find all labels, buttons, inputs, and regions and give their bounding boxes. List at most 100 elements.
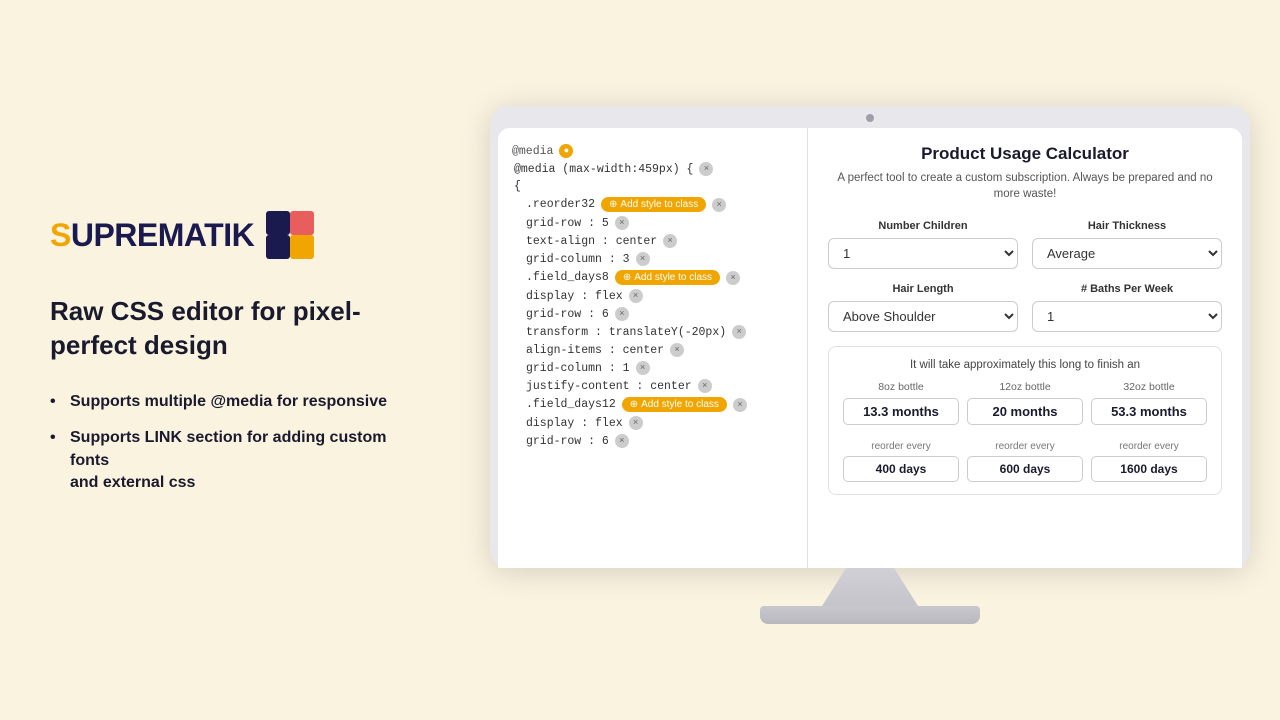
close-icon-media[interactable]: × bbox=[699, 162, 713, 176]
display-flex-2-text: display : flex bbox=[526, 417, 623, 430]
code-line-media-query: @media (max-width:459px) { × bbox=[498, 160, 807, 178]
close-icon-reorder32[interactable]: × bbox=[712, 198, 726, 212]
code-line-justify-content: justify-content : center × bbox=[498, 377, 807, 395]
hair-thickness-field: Hair Thickness Average Thin Thick bbox=[1032, 220, 1222, 269]
text-align-text: text-align : center bbox=[526, 235, 657, 248]
reorder-days-32oz: 1600 days bbox=[1091, 456, 1207, 482]
plus-icon-2: ⊕ bbox=[623, 272, 631, 283]
calc-result-intro: It will take approximately this long to … bbox=[839, 359, 1211, 371]
code-line-reorder32: .reorder32 ⊕ Add style to class × bbox=[498, 195, 807, 214]
brand: SUPREMATIK bbox=[50, 211, 410, 259]
hair-length-field: Hair Length Above Shoulder Shoulder Belo… bbox=[828, 283, 1018, 332]
media-query-text: @media (max-width:459px) { bbox=[514, 163, 693, 176]
bottle-col-32oz: 32oz bottle 53.3 months bbox=[1087, 381, 1211, 425]
at-media-badge: ● bbox=[559, 144, 573, 158]
bottle-col-8oz: 8oz bottle 13.3 months bbox=[839, 381, 963, 425]
bottle-months-8oz: 13.3 months bbox=[843, 398, 959, 425]
code-line-grid-row-6-a: grid-row : 6 × bbox=[498, 305, 807, 323]
plus-icon: ⊕ bbox=[609, 199, 617, 210]
transform-text: transform : translateY(-20px) bbox=[526, 326, 726, 339]
number-children-label: Number Children bbox=[828, 220, 1018, 232]
at-media-text: @media bbox=[512, 145, 553, 158]
monitor-screen: @media ● @media (max-width:459px) { × { … bbox=[498, 128, 1242, 568]
reorder-col-8oz: reorder every 400 days bbox=[839, 433, 963, 482]
bottle-size-32oz: 32oz bottle bbox=[1087, 381, 1211, 393]
close-icon-justify[interactable]: × bbox=[698, 379, 712, 393]
code-line-display-flex-2: display : flex × bbox=[498, 414, 807, 432]
code-line-field-days8: .field_days8 ⊕ Add style to class × bbox=[498, 268, 807, 287]
close-icon-align-items[interactable]: × bbox=[670, 343, 684, 357]
feature-item: Supports multiple @media for responsive bbox=[50, 391, 410, 413]
monitor-stand bbox=[760, 568, 980, 624]
add-style-button-days8[interactable]: ⊕ Add style to class bbox=[615, 270, 720, 285]
reorder-col-32oz: reorder every 1600 days bbox=[1087, 433, 1211, 482]
add-style-button-days12[interactable]: ⊕ Add style to class bbox=[622, 397, 727, 412]
close-icon-text-align[interactable]: × bbox=[663, 234, 677, 248]
close-icon-grid-row-6a[interactable]: × bbox=[615, 307, 629, 321]
hair-length-select[interactable]: Above Shoulder Shoulder Below Shoulder S… bbox=[828, 301, 1018, 332]
close-icon-display-flex-2[interactable]: × bbox=[629, 416, 643, 430]
close-icon-grid-col-3[interactable]: × bbox=[636, 252, 650, 266]
feature-item-2: Supports LINK section for adding custom … bbox=[50, 427, 410, 494]
bottle-size-8oz: 8oz bottle bbox=[839, 381, 963, 393]
reorder-col-12oz: reorder every 600 days bbox=[963, 433, 1087, 482]
code-line-field-days12: .field_days12 ⊕ Add style to class × bbox=[498, 395, 807, 414]
hair-thickness-select[interactable]: Average Thin Thick bbox=[1032, 238, 1222, 269]
reorder32-text: .reorder32 bbox=[526, 198, 595, 211]
grid-row-5-text: grid-row : 5 bbox=[526, 217, 609, 230]
tagline: Raw CSS editor for pixel-perfect design bbox=[50, 295, 410, 363]
close-icon-days12[interactable]: × bbox=[733, 398, 747, 412]
add-style-button-reorder32[interactable]: ⊕ Add style to class bbox=[601, 197, 706, 212]
code-line-grid-col-3: grid-column : 3 × bbox=[498, 250, 807, 268]
number-children-select[interactable]: 1 2 3 bbox=[828, 238, 1018, 269]
field-days8-text: .field_days8 bbox=[526, 271, 609, 284]
close-icon-grid-row-5[interactable]: × bbox=[615, 216, 629, 230]
grid-col-3-text: grid-column : 3 bbox=[526, 253, 630, 266]
code-line-align-items: align-items : center × bbox=[498, 341, 807, 359]
reorder-days-12oz: 600 days bbox=[967, 456, 1083, 482]
brand-name: SUPREMATIK bbox=[50, 217, 254, 254]
brand-s: S bbox=[50, 217, 71, 253]
calculator-panel: Product Usage Calculator A perfect tool … bbox=[808, 128, 1242, 568]
reorder-label-8oz: reorder every bbox=[839, 441, 963, 452]
close-icon-grid-col-1[interactable]: × bbox=[636, 361, 650, 375]
monitor: @media ● @media (max-width:459px) { × { … bbox=[490, 106, 1250, 568]
code-line-brace: { bbox=[498, 178, 807, 195]
close-icon-transform[interactable]: × bbox=[732, 325, 746, 339]
code-line-grid-row-6-b: grid-row : 6 × bbox=[498, 432, 807, 450]
baths-per-week-select[interactable]: 1 2 3 4 5 6 7 bbox=[1032, 301, 1222, 332]
reorder-label-12oz: reorder every bbox=[963, 441, 1087, 452]
brace-text: { bbox=[514, 180, 521, 193]
close-icon-grid-row-6b[interactable]: × bbox=[615, 434, 629, 448]
bottle-col-12oz: 12oz bottle 20 months bbox=[963, 381, 1087, 425]
reorder-label-32oz: reorder every bbox=[1087, 441, 1211, 452]
close-icon-days8[interactable]: × bbox=[726, 271, 740, 285]
monitor-container: @media ● @media (max-width:459px) { × { … bbox=[460, 86, 1280, 634]
add-style-label: Add style to class bbox=[620, 199, 698, 210]
hair-length-label: Hair Length bbox=[828, 283, 1018, 295]
code-line-display-flex-1: display : flex × bbox=[498, 287, 807, 305]
plus-icon-3: ⊕ bbox=[630, 399, 638, 410]
calc-row-1: Number Children 1 2 3 Hair Thickness Ave… bbox=[828, 220, 1222, 269]
close-icon-display-flex-1[interactable]: × bbox=[629, 289, 643, 303]
bottle-months-32oz: 53.3 months bbox=[1091, 398, 1207, 425]
brand-icon bbox=[266, 211, 314, 259]
code-line-grid-row-5: grid-row : 5 × bbox=[498, 214, 807, 232]
number-children-field: Number Children 1 2 3 bbox=[828, 220, 1018, 269]
left-panel: SUPREMATIK Raw CSS editor for pixel-perf… bbox=[0, 171, 460, 548]
reorder-columns: reorder every 400 days reorder every 600… bbox=[839, 433, 1211, 482]
grid-col-1-text: grid-column : 1 bbox=[526, 362, 630, 375]
code-line-text-align: text-align : center × bbox=[498, 232, 807, 250]
monitor-dot bbox=[866, 114, 874, 122]
calc-row-2: Hair Length Above Shoulder Shoulder Belo… bbox=[828, 283, 1222, 332]
bottle-months-12oz: 20 months bbox=[967, 398, 1083, 425]
code-editor-panel: @media ● @media (max-width:459px) { × { … bbox=[498, 128, 808, 568]
hair-thickness-label: Hair Thickness bbox=[1032, 220, 1222, 232]
justify-content-text: justify-content : center bbox=[526, 380, 692, 393]
code-line-grid-col-1: grid-column : 1 × bbox=[498, 359, 807, 377]
display-flex-1-text: display : flex bbox=[526, 290, 623, 303]
bottle-columns: 8oz bottle 13.3 months 12oz bottle 20 mo… bbox=[839, 381, 1211, 425]
calc-result: It will take approximately this long to … bbox=[828, 346, 1222, 495]
stand-base bbox=[760, 606, 980, 624]
brand-rest: UPREMATIK bbox=[71, 217, 254, 253]
